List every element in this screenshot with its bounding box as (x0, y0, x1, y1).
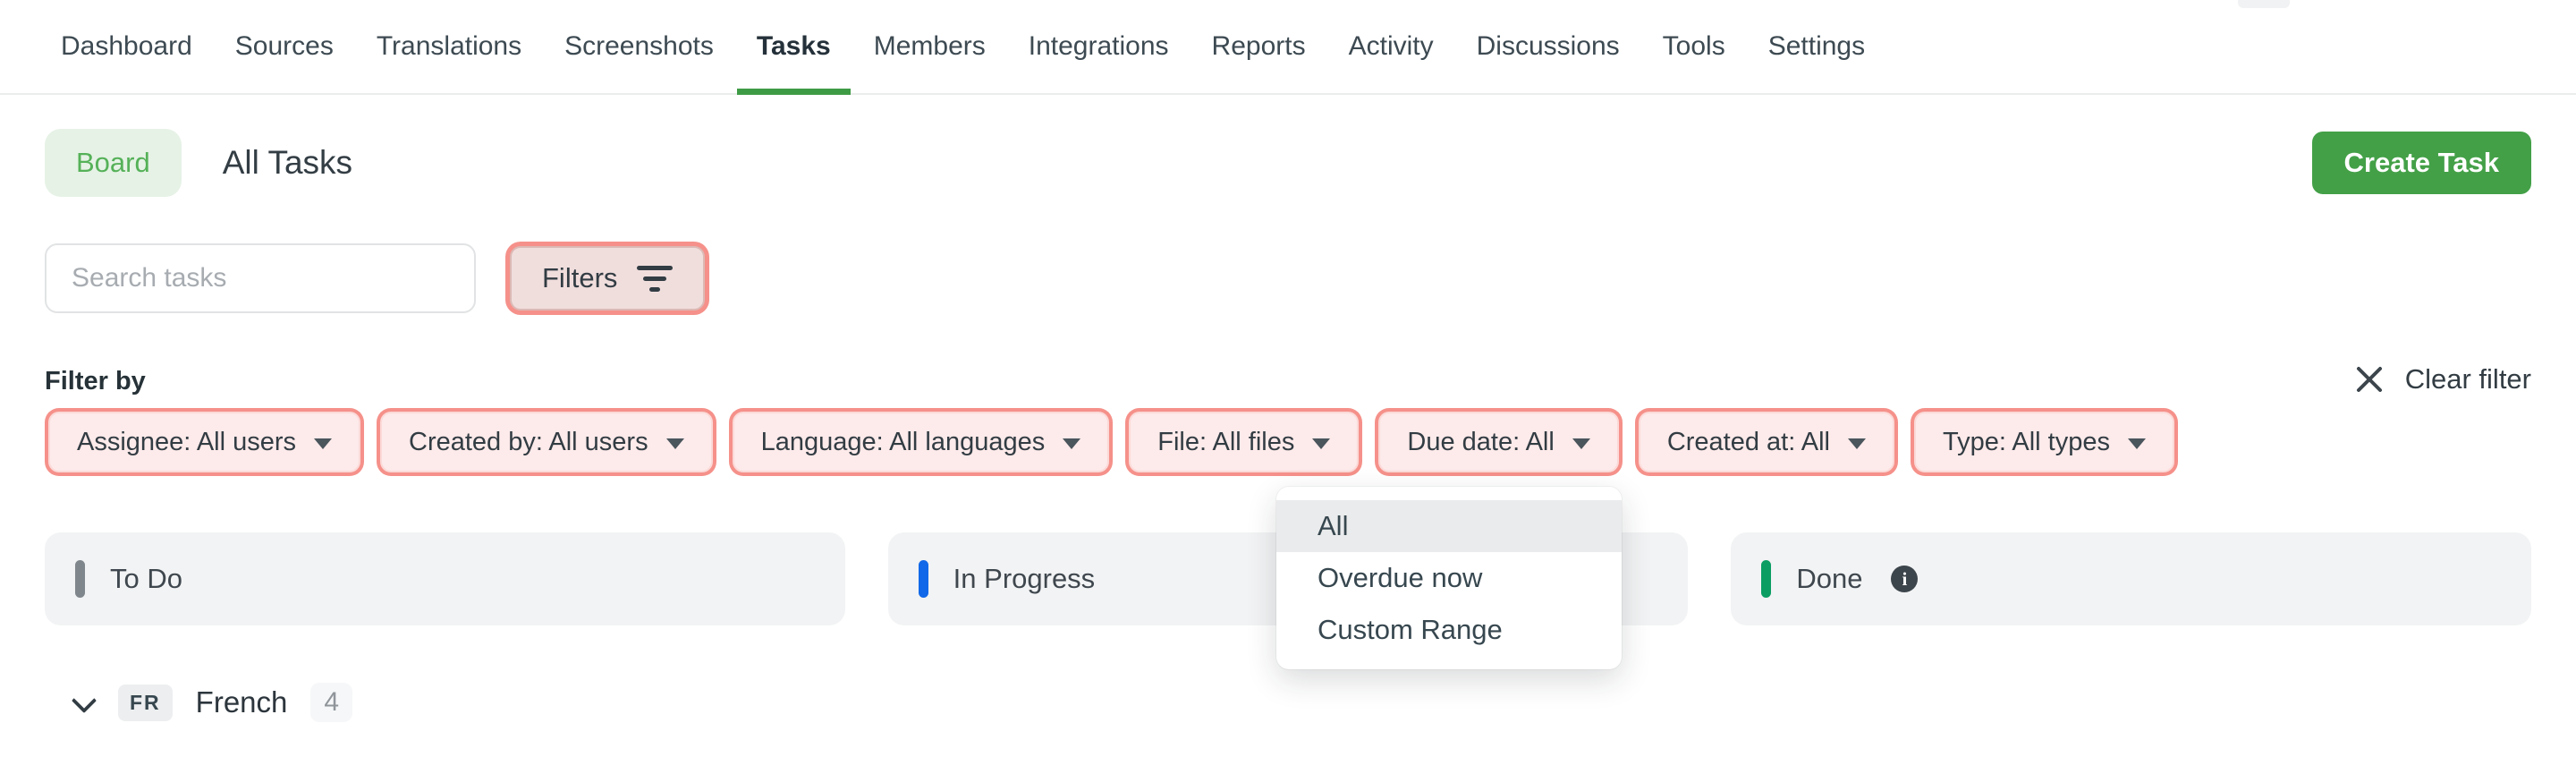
collapse-chevron-icon[interactable] (73, 688, 95, 710)
info-icon[interactable] (1891, 566, 1919, 592)
filter-chip-due-date[interactable]: Due date: All (1378, 412, 1619, 472)
nav-item-integrations[interactable]: Integrations (1029, 0, 1169, 93)
filter-chip-type[interactable]: Type: All types (1913, 412, 2174, 472)
menu-item-custom-range[interactable]: Custom Range (1276, 604, 1622, 656)
due-date-dropdown-menu: All Overdue now Custom Range (1276, 487, 1622, 669)
language-group-row: FR French 4 (73, 678, 353, 727)
filter-chip-assignee[interactable]: Assignee: All users (48, 412, 361, 472)
filter-by-label: Filter by (45, 367, 146, 396)
menu-item-overdue-now[interactable]: Overdue now (1276, 552, 1622, 604)
column-done: Done (1731, 532, 2532, 625)
page-title: All Tasks (222, 144, 353, 181)
clear-filter-button[interactable]: Clear filter (2355, 363, 2531, 396)
filter-chip-created-at[interactable]: Created at: All (1638, 412, 1894, 472)
chevron-down-icon (2127, 438, 2146, 449)
nav-item-reports[interactable]: Reports (1212, 0, 1306, 93)
chevron-down-icon (1312, 438, 1331, 449)
nav-item-discussions[interactable]: Discussions (1477, 0, 1620, 93)
filter-chip-label: Language: All languages (760, 427, 1046, 456)
filter-chip-label: Assignee: All users (77, 427, 297, 456)
filter-chip-language[interactable]: Language: All languages (732, 412, 1110, 472)
nav-item-sources[interactable]: Sources (235, 0, 334, 93)
language-code-badge: FR (118, 684, 173, 721)
column-title: Done (1796, 563, 1863, 594)
column-color-bar (1761, 560, 1772, 598)
project-nav: Dashboard Sources Translations Screensho… (0, 0, 2576, 95)
nav-item-translations[interactable]: Translations (377, 0, 521, 93)
filter-chip-label: Type: All types (1942, 427, 2110, 456)
nav-item-dashboard[interactable]: Dashboard (61, 0, 192, 93)
tasks-toolbar: Board All Tasks Create Task (45, 129, 2531, 197)
filters-button-label: Filters (542, 262, 618, 293)
tasks-page: Dashboard Sources Translations Screensho… (0, 0, 2576, 757)
filter-chips-row: Assignee: All users Created by: All user… (48, 412, 2174, 472)
language-name: French (195, 685, 288, 719)
chevron-down-icon (665, 438, 684, 449)
search-input[interactable] (45, 243, 476, 313)
close-icon (2355, 365, 2384, 394)
filter-chip-label: Created by: All users (409, 427, 648, 456)
filter-lines-icon (637, 265, 674, 292)
search-row: Filters (45, 243, 706, 313)
nav-item-settings[interactable]: Settings (1768, 0, 1865, 93)
nav-item-tools[interactable]: Tools (1663, 0, 1725, 93)
filter-chip-label: Created at: All (1666, 427, 1830, 456)
column-title: In Progress (953, 563, 1096, 594)
filters-button[interactable]: Filters (510, 246, 706, 310)
filter-chip-file[interactable]: File: All files (1129, 412, 1360, 472)
chevron-down-icon (1847, 438, 1866, 449)
menu-item-all[interactable]: All (1276, 500, 1622, 552)
nav-item-screenshots[interactable]: Screenshots (564, 0, 714, 93)
chevron-down-icon (314, 438, 333, 449)
filter-chip-created-by[interactable]: Created by: All users (380, 412, 713, 472)
board-view-toggle[interactable]: Board (45, 129, 182, 197)
chevron-down-icon (1063, 438, 1081, 449)
nav-item-members[interactable]: Members (874, 0, 986, 93)
filter-chip-label: Due date: All (1407, 427, 1555, 456)
column-title: To Do (110, 563, 182, 594)
create-task-button[interactable]: Create Task (2311, 132, 2531, 194)
column-to-do: To Do (45, 532, 845, 625)
column-color-bar (918, 560, 928, 598)
filter-chip-label: File: All files (1157, 427, 1295, 456)
chevron-down-icon (1572, 438, 1590, 449)
nav-item-activity[interactable]: Activity (1349, 0, 1434, 93)
column-color-bar (75, 560, 85, 598)
task-count-badge: 4 (310, 683, 353, 722)
clear-filter-label: Clear filter (2404, 363, 2531, 395)
nav-item-tasks[interactable]: Tasks (736, 0, 851, 95)
